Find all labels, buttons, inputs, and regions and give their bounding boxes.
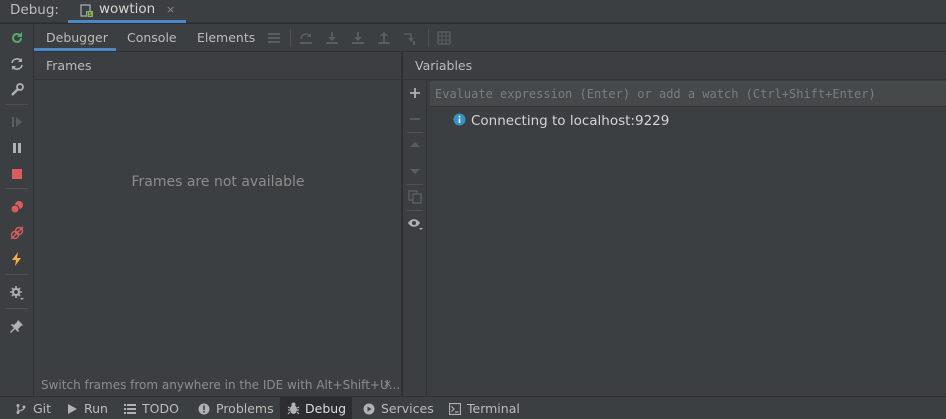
toolwindow-debug[interactable]: Debug bbox=[280, 397, 353, 419]
close-icon[interactable]: × bbox=[166, 3, 175, 16]
step-over-icon[interactable] bbox=[323, 29, 341, 47]
restart-icon[interactable] bbox=[8, 55, 26, 73]
add-watch-icon[interactable] bbox=[406, 84, 424, 102]
step-out-icon[interactable] bbox=[375, 29, 393, 47]
mute-breakpoints-icon[interactable] bbox=[8, 224, 26, 242]
session-name: wowtion bbox=[99, 1, 156, 17]
stop-icon[interactable] bbox=[8, 165, 26, 183]
toolbar-separator bbox=[407, 132, 423, 133]
evaluate-expression-icon[interactable] bbox=[435, 29, 453, 47]
toolbar-separator bbox=[290, 29, 291, 47]
debug-title-bar: Debug: JS wowtion × bbox=[0, 0, 946, 23]
toolwindow-git-label: Git bbox=[33, 401, 52, 416]
copy-icon[interactable] bbox=[406, 188, 424, 206]
variables-title: Variables bbox=[415, 58, 473, 73]
close-icon[interactable]: × bbox=[383, 377, 392, 390]
debug-bug-icon bbox=[286, 402, 300, 416]
tool-window-bar: Git Run TODO Problems Debug Services Ter… bbox=[0, 396, 946, 419]
run-to-cursor-icon[interactable] bbox=[401, 29, 419, 47]
tab-elements[interactable]: Elements bbox=[197, 30, 255, 45]
layout-menu-icon[interactable] bbox=[265, 29, 283, 47]
pause-icon[interactable] bbox=[8, 139, 26, 157]
toolwindow-terminal[interactable]: Terminal bbox=[442, 397, 526, 419]
toolwindow-todo[interactable]: TODO bbox=[117, 397, 185, 419]
connection-status-text: Connecting to localhost:9229 bbox=[471, 113, 670, 129]
toolwindow-todo-label: TODO bbox=[142, 401, 179, 416]
resume-icon[interactable] bbox=[8, 113, 26, 131]
info-icon bbox=[453, 113, 466, 129]
toolwindow-services-label: Services bbox=[381, 401, 434, 416]
evaluate-expression-field-container bbox=[430, 81, 946, 107]
variables-header: Variables bbox=[403, 52, 946, 80]
toolbar-separator bbox=[407, 184, 423, 185]
terminal-icon bbox=[448, 402, 462, 416]
move-up-icon[interactable] bbox=[406, 136, 424, 154]
pin-tab-icon[interactable] bbox=[8, 317, 26, 335]
step-into-icon[interactable] bbox=[349, 29, 367, 47]
todo-list-icon bbox=[123, 402, 137, 416]
tab-console[interactable]: Console bbox=[127, 30, 177, 45]
watches-visibility-icon[interactable] bbox=[406, 215, 424, 233]
frames-title: Frames bbox=[46, 58, 92, 73]
view-breakpoints-icon[interactable] bbox=[8, 198, 26, 216]
toolwindow-problems[interactable]: Problems bbox=[191, 397, 280, 419]
toolwindow-services[interactable]: Services bbox=[356, 397, 440, 419]
settings-wrench-icon[interactable] bbox=[8, 81, 26, 99]
toolbar-separator bbox=[6, 274, 28, 275]
debug-left-toolbar bbox=[0, 24, 34, 396]
toolwindow-terminal-label: Terminal bbox=[467, 401, 520, 416]
evaluate-expression-input[interactable] bbox=[430, 81, 946, 107]
toolbar-separator bbox=[6, 104, 28, 105]
show-execution-point-icon[interactable] bbox=[297, 29, 315, 47]
toolwindow-run-label: Run bbox=[84, 401, 108, 416]
toolbar-separator bbox=[6, 308, 28, 309]
rerun-icon[interactable] bbox=[8, 29, 26, 47]
problems-icon bbox=[197, 402, 211, 416]
remove-watch-icon[interactable] bbox=[406, 110, 424, 128]
frames-header: Frames bbox=[34, 52, 402, 80]
services-icon bbox=[362, 402, 376, 416]
toolwindow-run[interactable]: Run bbox=[59, 397, 114, 419]
toolbar-separator bbox=[407, 210, 423, 211]
frames-hint: Switch frames from anywhere in the IDE w… bbox=[41, 378, 401, 392]
git-branch-icon bbox=[14, 402, 28, 416]
move-down-icon[interactable] bbox=[406, 162, 424, 180]
toolwindow-git[interactable]: Git bbox=[8, 397, 57, 419]
frames-empty-message: Frames are not available bbox=[131, 174, 305, 190]
debugger-tabs-bar: Debugger Console Elements bbox=[34, 24, 946, 52]
toolwindow-debug-label: Debug bbox=[305, 401, 347, 416]
settings-gear-icon[interactable] bbox=[8, 284, 26, 302]
variables-panel: Variables Connecting to localhost:922 bbox=[403, 52, 946, 396]
frames-panel: Frames Frames are not available Switch f… bbox=[34, 52, 402, 396]
get-thread-dump-icon[interactable] bbox=[8, 250, 26, 268]
tab-debugger[interactable]: Debugger bbox=[46, 30, 108, 45]
nodejs-run-config-icon: JS bbox=[80, 4, 94, 18]
watches-toolbar bbox=[403, 80, 427, 396]
active-tab-indicator bbox=[34, 48, 116, 51]
toolbar-separator bbox=[6, 188, 28, 189]
active-session-indicator bbox=[68, 20, 186, 23]
toolbar-separator bbox=[428, 29, 429, 47]
toolwindow-problems-label: Problems bbox=[216, 401, 274, 416]
session-tab-wowtion[interactable]: JS wowtion × bbox=[68, 0, 186, 23]
run-icon bbox=[65, 402, 79, 416]
debug-label: Debug: bbox=[10, 2, 59, 18]
connection-status: Connecting to localhost:9229 bbox=[453, 112, 669, 130]
svg-text:JS: JS bbox=[86, 12, 92, 18]
